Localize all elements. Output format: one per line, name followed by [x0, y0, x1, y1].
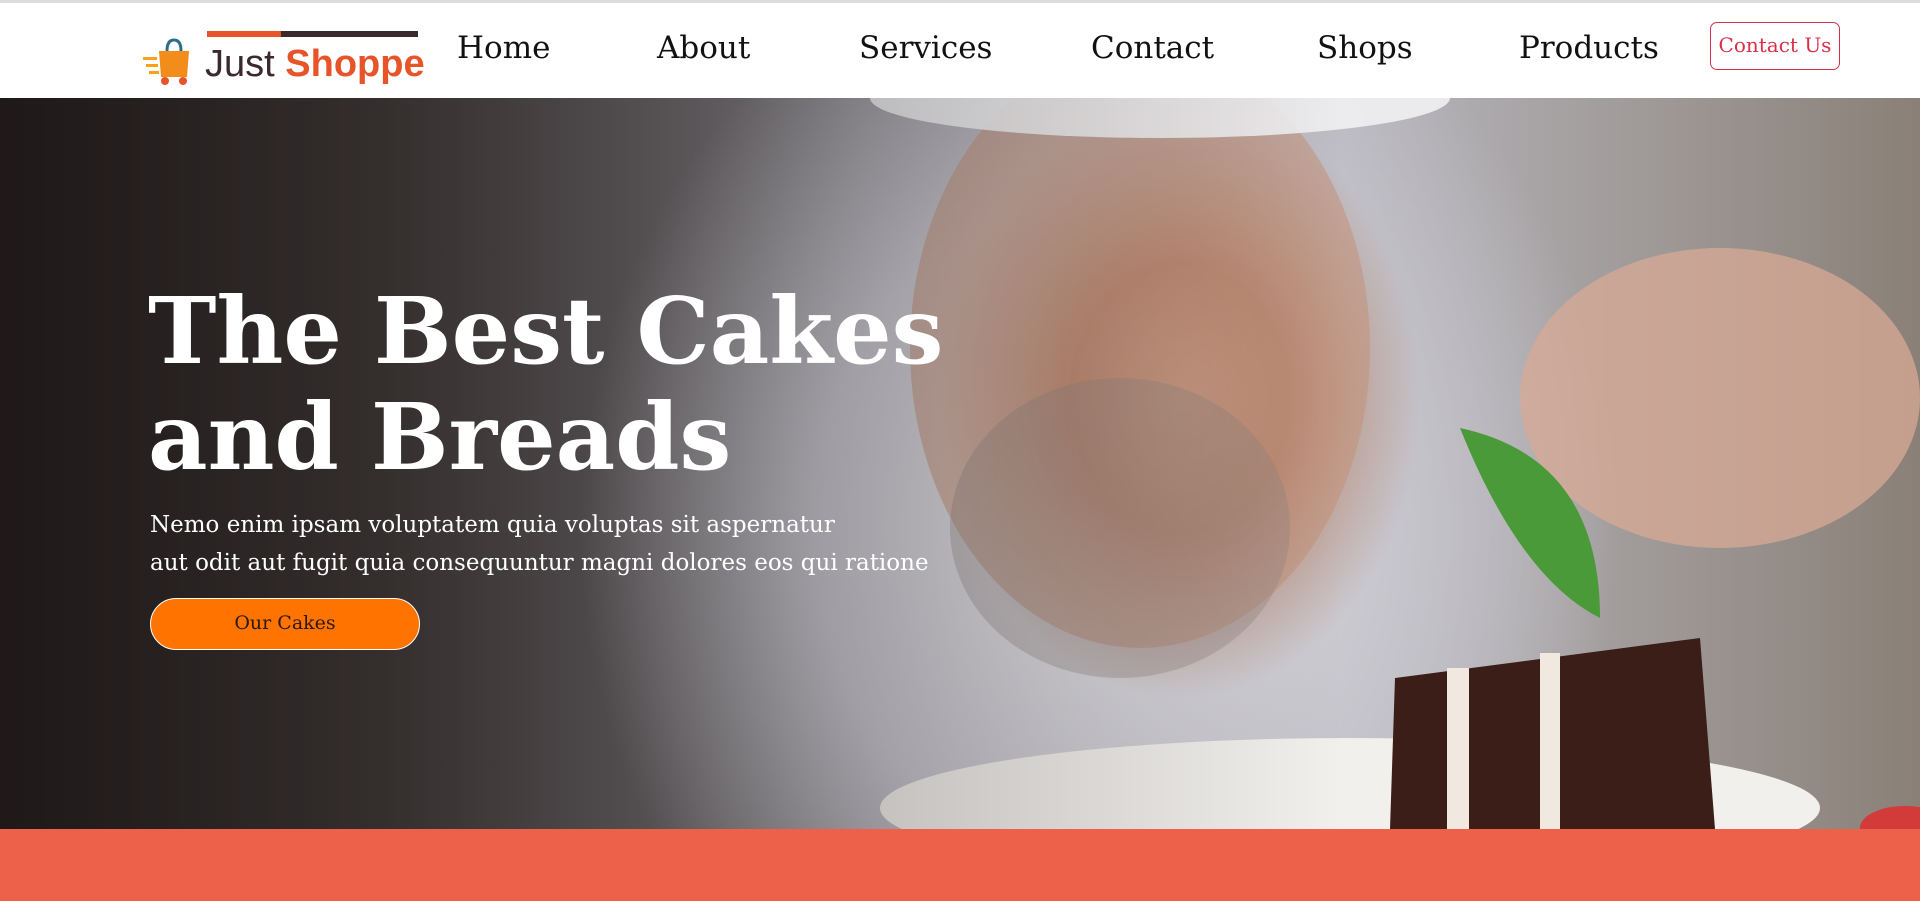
nav-home[interactable]: Home [457, 28, 550, 68]
site-logo[interactable]: Just Shoppe [143, 31, 425, 91]
hero-subtitle-line-2: aut odit aut fugit quia consequuntur mag… [150, 550, 929, 576]
shopping-bag-delivery-icon [143, 38, 189, 85]
logo-bar-dark [281, 31, 418, 37]
logo-wordmark: Just Shoppe [205, 41, 425, 87]
our-cakes-button[interactable]: Our Cakes [150, 598, 420, 650]
logo-text-shoppe: Shoppe [285, 43, 425, 85]
nav-contact[interactable]: Contact [1091, 28, 1214, 68]
hero-subtitle: Nemo enim ipsam voluptatem quia voluptas… [150, 506, 950, 582]
nav-products[interactable]: Products [1519, 28, 1659, 68]
nav-services[interactable]: Services [859, 28, 992, 68]
nav-about[interactable]: About [657, 28, 750, 68]
navbar: Just Shoppe Home About Services Contact … [0, 3, 1920, 98]
hero-title: The Best Cakes and Breads [148, 277, 944, 491]
contact-us-button[interactable]: Contact Us [1710, 22, 1840, 70]
hero-subtitle-line-1: Nemo enim ipsam voluptatem quia voluptas… [150, 512, 835, 538]
logo-text-just: Just [205, 43, 275, 85]
coral-section-band [0, 829, 1920, 901]
logo-bar-orange [207, 31, 281, 37]
hero-banner: The Best Cakes and Breads Nemo enim ipsa… [0, 98, 1920, 829]
nav-shops[interactable]: Shops [1317, 28, 1413, 68]
